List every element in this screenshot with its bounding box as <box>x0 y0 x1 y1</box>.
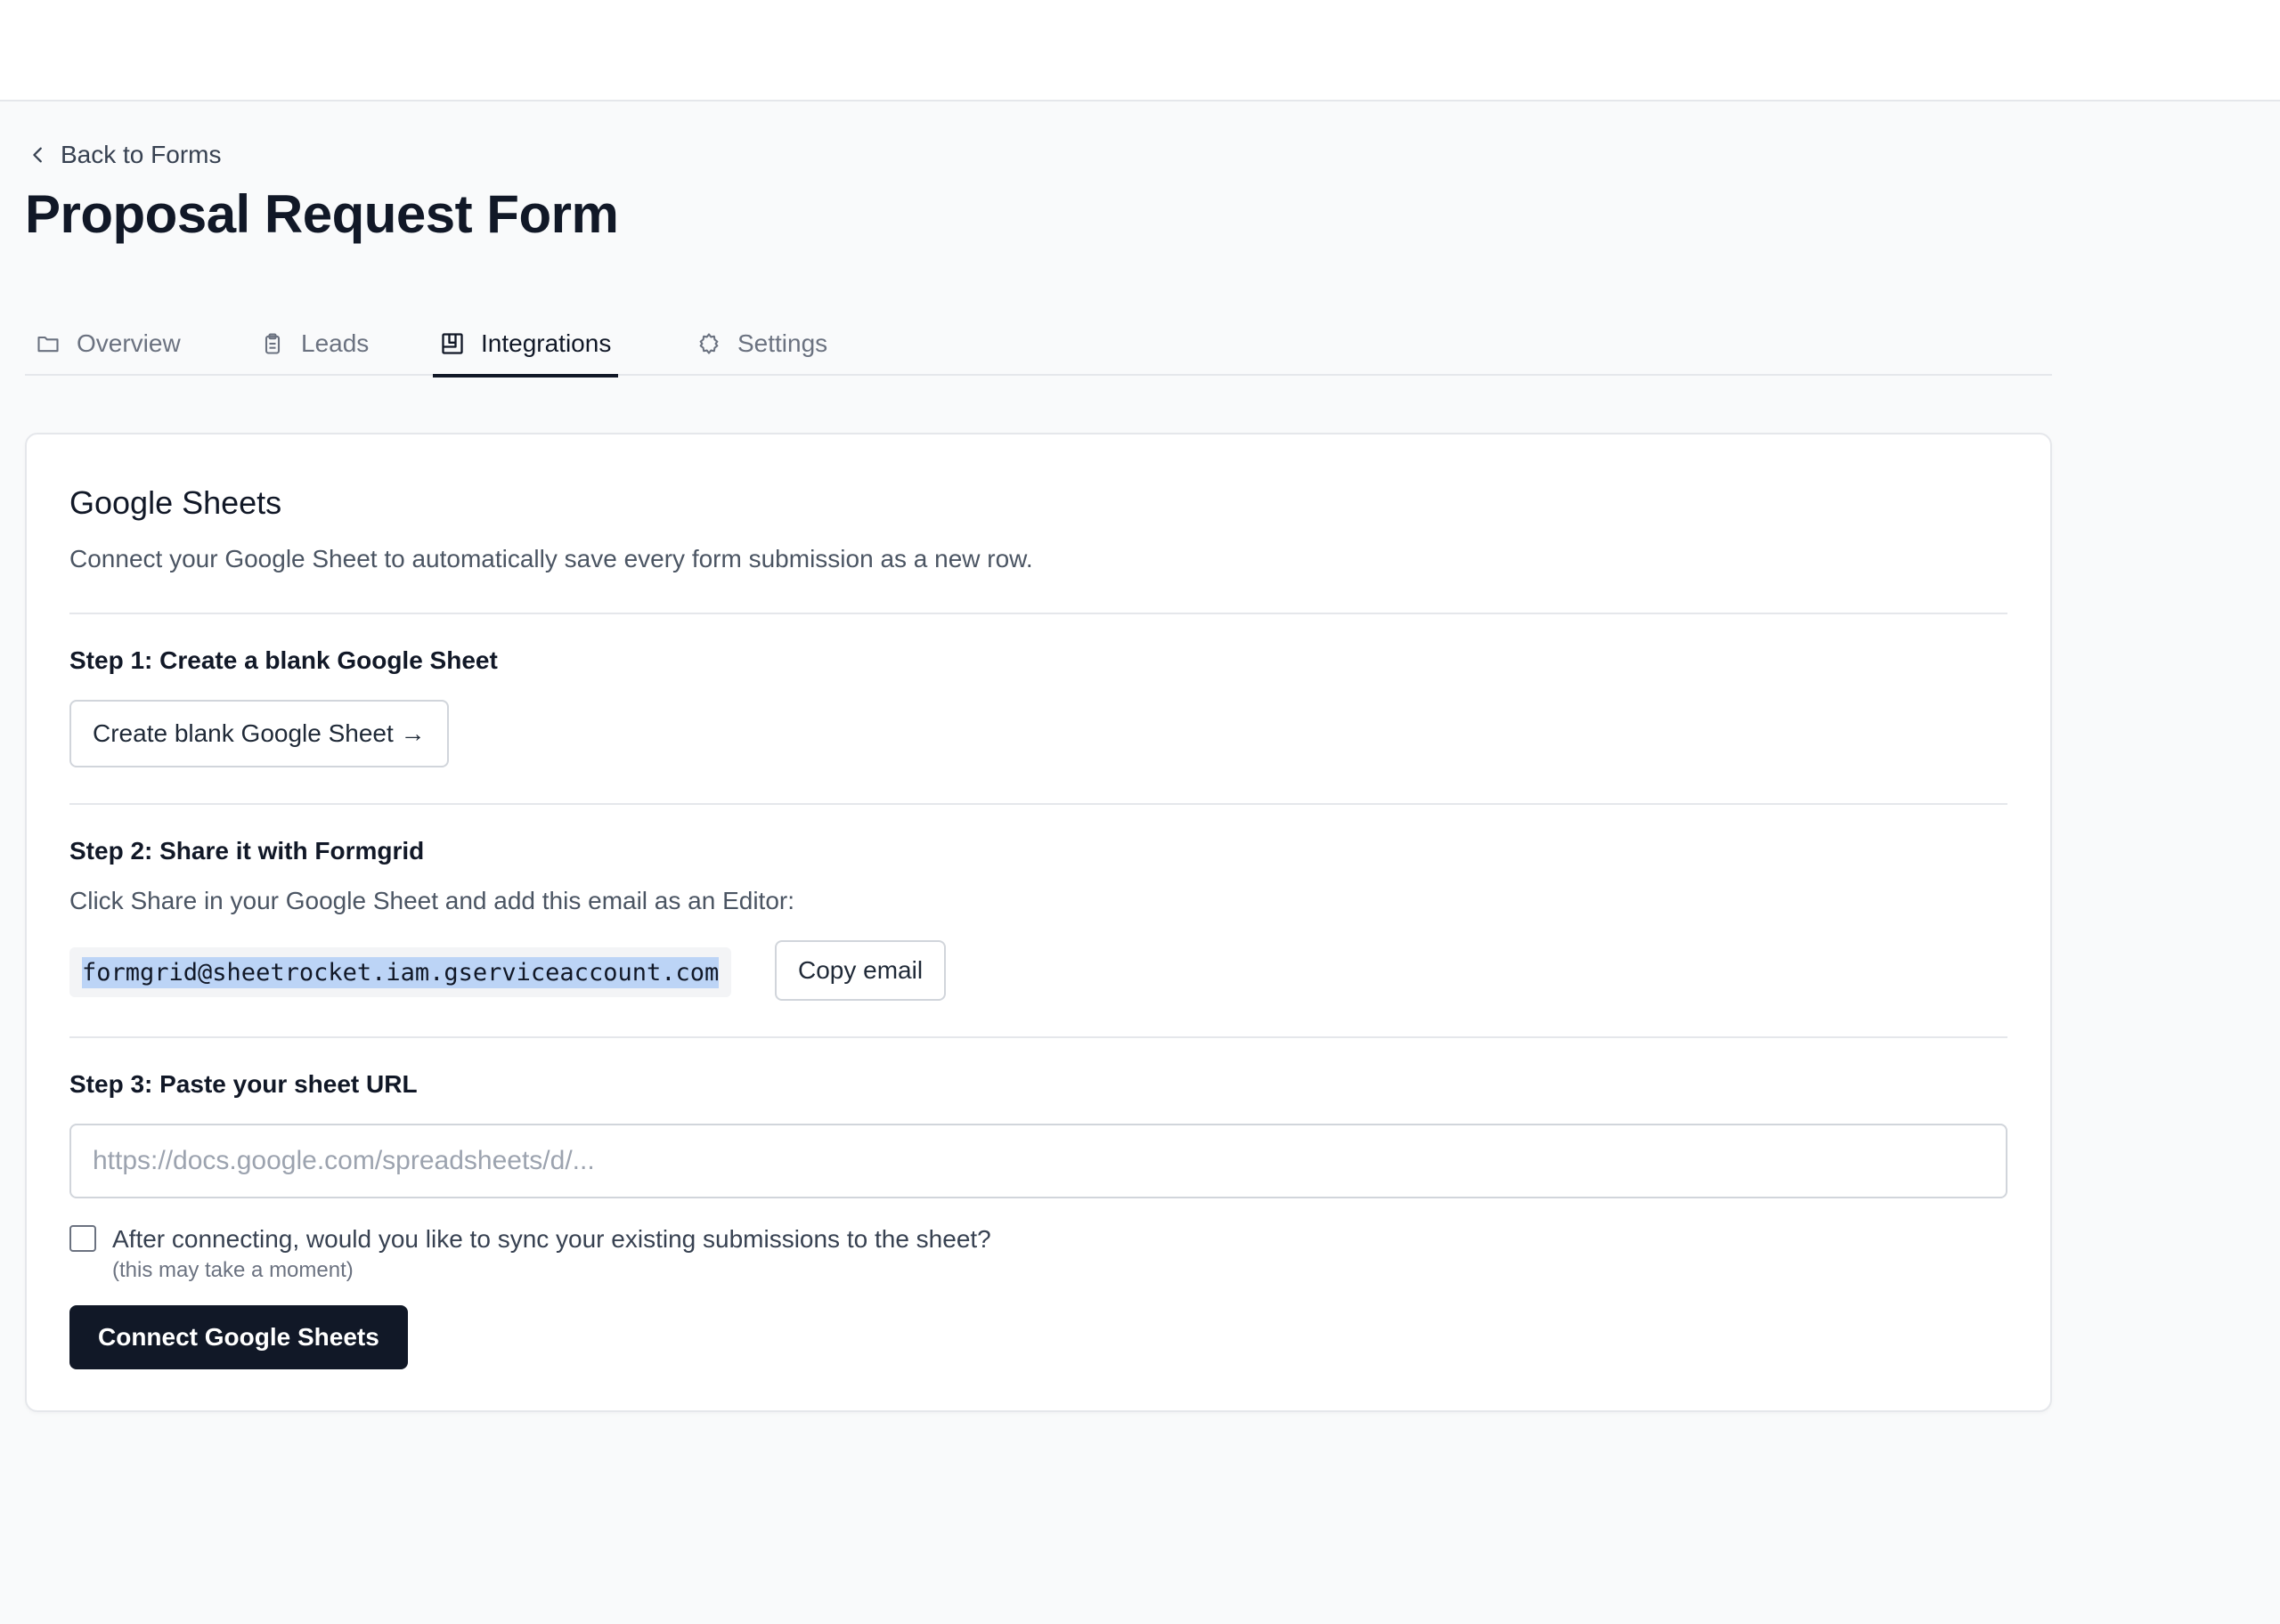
google-sheets-card: Google Sheets Connect your Google Sheet … <box>25 433 2052 1412</box>
tab-integrations-label: Integrations <box>481 329 612 357</box>
tab-leads[interactable]: Leads <box>253 312 376 376</box>
divider <box>69 803 2007 805</box>
tab-overview-label: Overview <box>77 329 181 357</box>
create-sheet-button[interactable]: Create blank Google Sheet → <box>69 700 449 767</box>
integrations-icon <box>442 333 463 354</box>
sync-option: After connecting, would you like to sync… <box>69 1223 991 1286</box>
card-description: Connect your Google Sheet to automatical… <box>69 545 1033 572</box>
sync-text: After connecting, would you like to sync… <box>112 1223 991 1286</box>
step2-instructions: Click Share in your Google Sheet and add… <box>69 887 795 914</box>
card-title: Google Sheets <box>69 484 282 521</box>
folder-icon <box>37 336 59 353</box>
chevron-left-icon <box>33 147 42 163</box>
sheet-url-input[interactable] <box>69 1124 2007 1198</box>
tab-bar: Overview Leads Integrations Settings <box>25 312 2052 378</box>
back-link-label: Back to Forms <box>61 141 222 168</box>
copy-email-button[interactable]: Copy email <box>775 940 947 1001</box>
step3-title: Step 3: Paste your sheet URL <box>69 1070 418 1098</box>
sync-label: After connecting, would you like to sync… <box>112 1225 991 1253</box>
service-email-box[interactable]: formgrid@sheetrocket.iam.gserviceaccount… <box>69 947 732 997</box>
tab-leads-label: Leads <box>301 329 370 357</box>
page-title: Proposal Request Form <box>25 184 619 244</box>
back-to-forms-link[interactable]: Back to Forms <box>28 137 221 173</box>
tab-integrations[interactable]: Integrations <box>433 312 619 378</box>
step1-title: Step 1: Create a blank Google Sheet <box>69 646 498 674</box>
tab-overview[interactable]: Overview <box>28 312 188 376</box>
divider <box>69 1036 2007 1038</box>
clipboard-icon <box>265 333 281 354</box>
gear-icon <box>699 333 719 354</box>
service-email[interactable]: formgrid@sheetrocket.iam.gserviceaccount… <box>82 956 720 988</box>
tab-settings-label: Settings <box>737 329 828 357</box>
sync-note: (this may take a moment) <box>112 1258 354 1282</box>
step2-title: Step 2: Share it with Formgrid <box>69 837 425 865</box>
top-bar <box>0 0 2280 102</box>
divider <box>69 613 2007 614</box>
tab-settings[interactable]: Settings <box>689 312 835 376</box>
connect-google-sheets-button[interactable]: Connect Google Sheets <box>69 1305 408 1369</box>
sync-checkbox[interactable] <box>69 1225 96 1252</box>
